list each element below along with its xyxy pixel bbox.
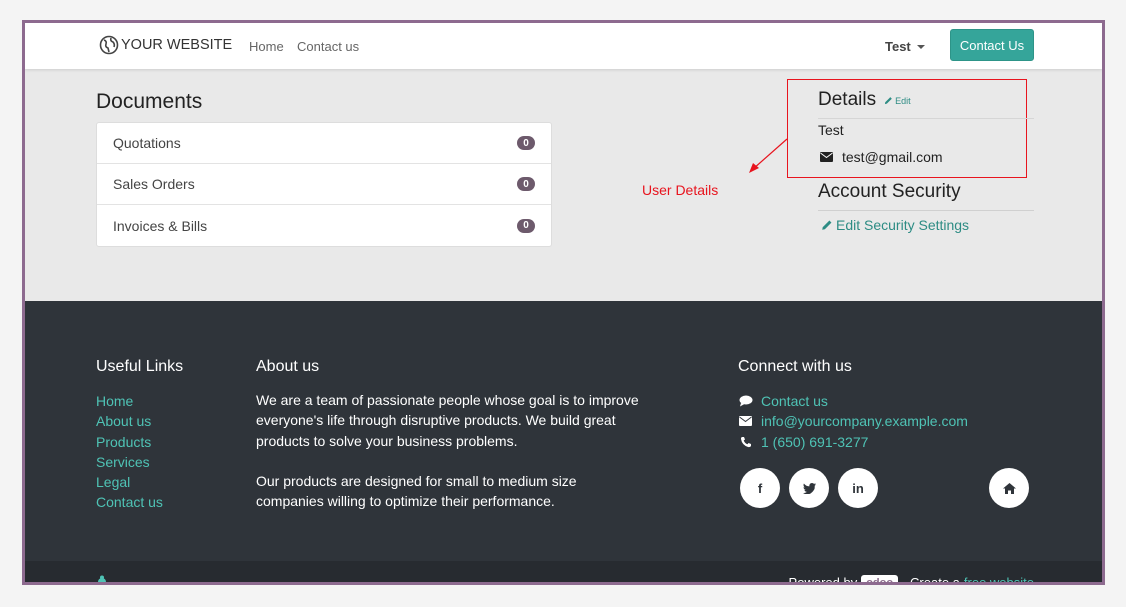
twitter-icon bbox=[802, 482, 816, 494]
user-menu-name: Test bbox=[885, 39, 911, 54]
powered-by: Powered by odoo - Create a free website bbox=[788, 575, 1034, 585]
copyright-left bbox=[96, 575, 108, 582]
edit-link-label: Edit bbox=[895, 95, 911, 106]
security-divider bbox=[818, 210, 1034, 211]
count-badge: 0 bbox=[517, 177, 535, 191]
connect-contact-link: Contact us bbox=[761, 393, 828, 410]
facebook-icon: f bbox=[757, 480, 763, 496]
details-email-row: test@gmail.com bbox=[820, 149, 943, 165]
connect-email-link: info@yourcompany.example.com bbox=[761, 413, 968, 430]
copyright-bar: Powered by odoo - Create a free website bbox=[25, 561, 1102, 585]
connect-list: Contact us info@yourcompany.example.com … bbox=[738, 391, 968, 452]
details-title: Details Edit bbox=[818, 89, 911, 111]
documents-title: Documents bbox=[96, 90, 203, 113]
site-logo[interactable]: YOUR WEBSITE bbox=[99, 35, 232, 55]
documents-item-quotations[interactable]: Quotations 0 bbox=[97, 123, 551, 164]
connect-email-row[interactable]: info@yourcompany.example.com bbox=[738, 411, 968, 431]
documents-list: Quotations 0 Sales Orders 0 Invoices & B… bbox=[96, 122, 552, 247]
odoo-logo[interactable]: odoo bbox=[861, 575, 899, 582]
documents-item-invoices-bills[interactable]: Invoices & Bills 0 bbox=[97, 205, 551, 246]
facebook-button[interactable]: f bbox=[740, 468, 780, 508]
footer-link-services[interactable]: Services bbox=[96, 452, 163, 472]
site-header: YOUR WEBSITE Home Contact us Test Contac… bbox=[25, 23, 1102, 69]
details-title-text: Details bbox=[818, 89, 877, 110]
envelope-icon bbox=[738, 414, 753, 428]
site-footer: Useful Links Home About us Products Serv… bbox=[25, 301, 1102, 561]
security-link-label: Edit Security Settings bbox=[836, 217, 970, 233]
home-icon bbox=[1002, 482, 1016, 494]
connect-phone-row[interactable]: 1 (650) 691-3277 bbox=[738, 432, 968, 452]
footer-link-legal[interactable]: Legal bbox=[96, 472, 163, 492]
connect-title: Connect with us bbox=[738, 358, 852, 375]
about-paragraph-1: We are a team of passionate people whose… bbox=[256, 392, 639, 449]
footer-link-home[interactable]: Home bbox=[96, 391, 163, 411]
pencil-icon bbox=[884, 97, 892, 105]
globe-icon bbox=[99, 35, 119, 55]
user-menu-dropdown[interactable]: Test bbox=[885, 39, 925, 54]
annotation-arrow-icon bbox=[749, 138, 788, 173]
connect-phone-link: 1 (650) 691-3277 bbox=[761, 433, 869, 450]
details-divider bbox=[818, 118, 1034, 119]
footer-link-about-us[interactable]: About us bbox=[96, 411, 163, 431]
useful-links-title: Useful Links bbox=[96, 358, 184, 375]
annotation-label: User Details bbox=[642, 182, 719, 198]
phone-icon bbox=[738, 435, 753, 449]
details-user-name: Test bbox=[818, 122, 844, 138]
count-badge: 0 bbox=[517, 218, 535, 233]
browser-frame: YOUR WEBSITE Home Contact us Test Contac… bbox=[22, 20, 1105, 585]
details-email: test@gmail.com bbox=[842, 149, 943, 165]
useful-links-list: Home About us Products Services Legal Co… bbox=[96, 391, 163, 513]
chevron-down-icon bbox=[916, 44, 925, 49]
documents-item-label: Quotations bbox=[113, 135, 181, 151]
about-us-text: We are a team of passionate people whose… bbox=[256, 390, 641, 512]
account-security-title: Account Security bbox=[818, 181, 961, 202]
about-us-title: About us bbox=[256, 358, 320, 375]
envelope-icon bbox=[820, 152, 833, 162]
bug-icon bbox=[98, 575, 106, 582]
details-edit-link[interactable]: Edit bbox=[884, 96, 911, 106]
about-paragraph-2: Our products are designed for small to m… bbox=[256, 473, 577, 510]
powered-by-text: Powered by bbox=[788, 575, 858, 585]
comment-icon bbox=[738, 394, 753, 408]
linkedin-icon: in bbox=[852, 480, 864, 496]
documents-item-label: Sales Orders bbox=[113, 176, 195, 192]
documents-item-sales-orders[interactable]: Sales Orders 0 bbox=[97, 164, 551, 205]
contact-us-button[interactable]: Contact Us bbox=[950, 29, 1034, 61]
pencil-icon bbox=[822, 220, 832, 230]
nav-home[interactable]: Home bbox=[249, 39, 284, 54]
logo-text: YOUR WEBSITE bbox=[121, 37, 233, 53]
footer-link-products[interactable]: Products bbox=[96, 432, 163, 452]
footer-link-contact-us[interactable]: Contact us bbox=[96, 492, 163, 512]
twitter-button[interactable] bbox=[789, 468, 829, 508]
linkedin-button[interactable]: in bbox=[838, 468, 878, 508]
home-button[interactable] bbox=[989, 468, 1029, 508]
create-text: - Create a bbox=[902, 575, 960, 585]
connect-contact-row[interactable]: Contact us bbox=[738, 391, 968, 411]
nav-contact-us[interactable]: Contact us bbox=[297, 39, 359, 54]
edit-security-settings-link[interactable]: Edit Security Settings bbox=[821, 217, 969, 233]
documents-item-label: Invoices & Bills bbox=[113, 217, 208, 234]
count-badge: 0 bbox=[517, 136, 535, 150]
free-website-link[interactable]: free website bbox=[964, 575, 1034, 582]
